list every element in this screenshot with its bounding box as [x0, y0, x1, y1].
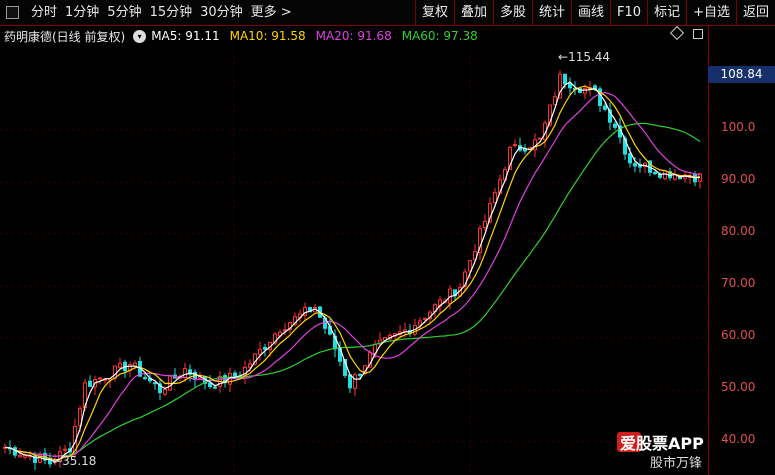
axis-tick: 90.00 — [721, 172, 756, 186]
candle-body — [118, 362, 122, 368]
candle-body — [633, 163, 637, 167]
candle-body — [153, 382, 157, 385]
tool-group: 复权 叠加 多股 统计 画线 F10 标记 +自选 返回 — [414, 0, 775, 25]
candle-body — [653, 172, 657, 175]
checkbox[interactable] — [6, 6, 19, 19]
candle-body — [143, 377, 147, 380]
candle-body — [583, 88, 587, 94]
timeframe-tab-1min[interactable]: 1分钟 — [61, 0, 103, 25]
high-annotation: ←115.44 — [558, 50, 611, 64]
low-annotation: ←35.18 — [52, 454, 97, 468]
candle-body — [88, 380, 92, 387]
candle-body — [183, 368, 187, 379]
candle-body — [63, 448, 67, 451]
tool-biaoji-button[interactable]: 标记 — [647, 0, 686, 25]
axis-tick: 70.00 — [721, 276, 756, 290]
price-axis: 100.0 90.00 80.00 70.00 60.00 50.00 40.0… — [708, 26, 775, 475]
watermark-brand: 爱股票APP — [620, 434, 704, 453]
candle-body — [98, 377, 102, 380]
candle-body — [418, 320, 422, 326]
candle-body — [258, 348, 262, 355]
timeframe-tab-30min[interactable]: 30分钟 — [196, 0, 247, 25]
axis-tick: 40.00 — [721, 432, 756, 446]
candle-body — [613, 123, 617, 128]
candle-body — [233, 372, 237, 377]
tool-fuquan-button[interactable]: 复权 — [414, 0, 454, 25]
candle-body — [493, 192, 497, 204]
ma10-line — [4, 85, 701, 461]
candle-body — [423, 317, 427, 320]
candle-body — [538, 137, 542, 140]
ma20-line — [4, 91, 701, 458]
timeframe-tab-15min[interactable]: 15分钟 — [146, 0, 197, 25]
ma60-line — [4, 122, 701, 457]
axis-tick: 100.0 — [721, 120, 756, 134]
axis-tick: 80.00 — [721, 224, 756, 238]
tool-huaxian-button[interactable]: 画线 — [571, 0, 610, 25]
candle-body — [213, 386, 217, 389]
candle-body — [263, 346, 267, 350]
candle-body — [523, 148, 527, 152]
candle-body — [628, 153, 632, 164]
candle-body — [513, 144, 517, 147]
timeframe-tab-fenshi[interactable]: 分时 — [27, 0, 61, 25]
axis-tick: 50.00 — [721, 380, 756, 394]
current-price-tag: 108.84 — [708, 66, 775, 83]
candle-body — [248, 363, 252, 368]
kline-chart[interactable] — [0, 26, 708, 475]
candle-body — [208, 382, 212, 388]
candle-body — [348, 374, 352, 389]
timeframe-tab-more[interactable]: 更多 > — [247, 0, 296, 25]
tool-duogu-button[interactable]: 多股 — [492, 0, 532, 25]
timeframe-tab-5min[interactable]: 5分钟 — [103, 0, 145, 25]
axis-tick: 60.00 — [721, 328, 756, 342]
watermark-sub: 股市万锋 — [650, 456, 703, 471]
candle-body — [483, 221, 487, 229]
toolbar: 分时 1分钟 5分钟 15分钟 30分钟 更多 > 复权 叠加 多股 统计 画线… — [0, 0, 775, 26]
candle-body — [358, 373, 362, 376]
candle-body — [163, 389, 167, 395]
ma5-line — [4, 81, 701, 463]
tool-f10-button[interactable]: F10 — [610, 0, 647, 25]
candle-body — [563, 73, 567, 85]
tool-diejia-button[interactable]: 叠加 — [453, 0, 493, 25]
candle-body — [603, 105, 607, 110]
tool-add-watchlist-button[interactable]: +自选 — [686, 0, 736, 25]
tool-back-button[interactable]: 返回 — [735, 0, 775, 25]
tool-tongji-button[interactable]: 统计 — [532, 0, 571, 25]
timeframe-group: 分时 1分钟 5分钟 15分钟 30分钟 更多 > — [0, 0, 296, 25]
candle-body — [18, 454, 22, 458]
candle-body — [353, 374, 357, 389]
